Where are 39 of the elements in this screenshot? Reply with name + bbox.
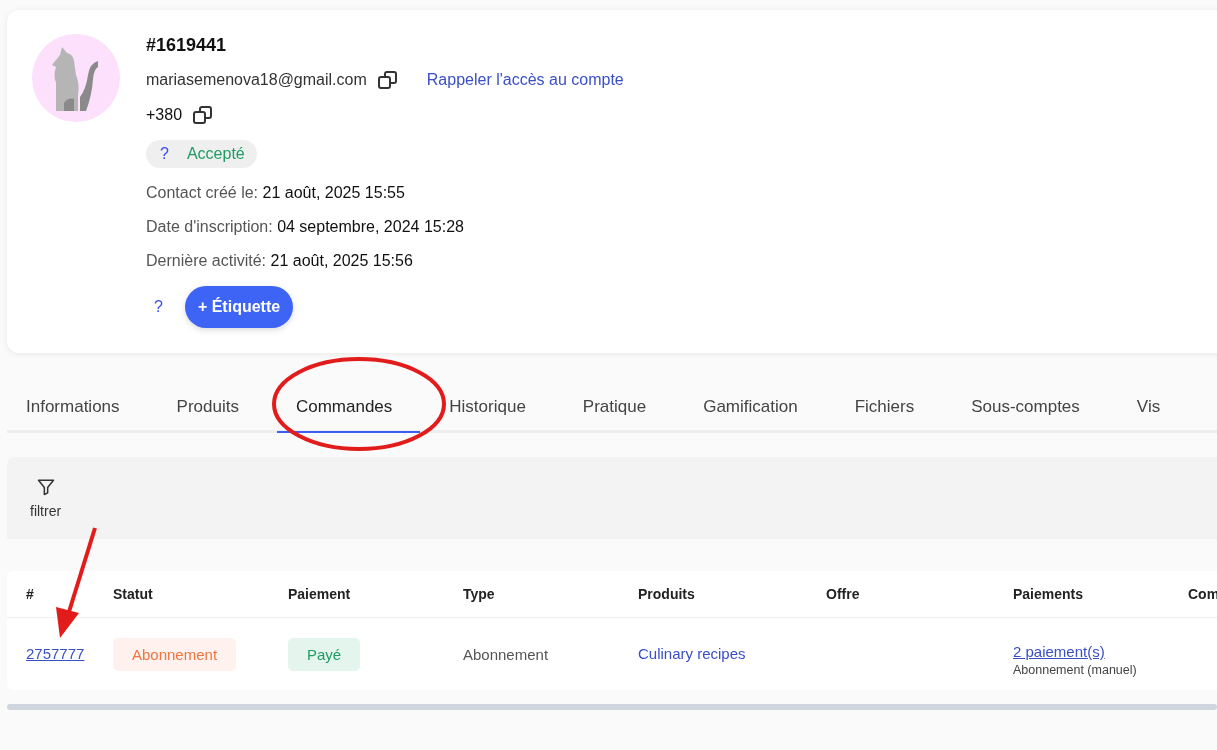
tab[interactable]: Sous-comptes — [952, 383, 1108, 433]
column-header: Paiement — [288, 586, 352, 602]
scrollbar[interactable] — [7, 704, 1217, 710]
contact-id: #1619441 — [146, 35, 227, 56]
copy-icon[interactable] — [192, 104, 215, 126]
tab[interactable]: Informations — [7, 383, 148, 433]
column-header: # — [26, 586, 35, 602]
tab[interactable]: Produits — [157, 383, 267, 433]
add-tag-button[interactable]: + Étiquette — [184, 286, 294, 328]
tab[interactable]: Gamification — [684, 383, 826, 433]
status-label: Accepté — [186, 145, 245, 163]
phone-text: +380 — [146, 106, 183, 124]
tab[interactable]: Commandes — [276, 383, 421, 433]
detail-line: Contact créé le: 21 août, 2025 15:55 — [146, 184, 405, 202]
detail-line: Dernière activité: 21 août, 2025 15:56 — [146, 252, 413, 270]
column-header: Offre — [826, 586, 861, 602]
status-tag: Abonnement — [113, 637, 237, 671]
tab[interactable]: Pratique — [563, 383, 675, 433]
product-link[interactable]: Culinary recipes — [638, 645, 746, 662]
detail-line: Date d'inscription: 04 septembre, 2024 15:28 — [146, 218, 464, 236]
order-number-link[interactable]: 2757777 — [26, 645, 85, 662]
help-mark[interactable]: ? — [160, 145, 169, 163]
column-header: Statut — [113, 586, 154, 602]
reset-access-link[interactable]: Rappeler l'accès au compte — [426, 71, 624, 89]
copy-icon[interactable] — [376, 69, 399, 91]
payments-note: Abonnement (manuel) — [1013, 663, 1137, 677]
column-header: Produits — [638, 586, 696, 602]
payments-link[interactable]: 2 paiement(s) — [1013, 643, 1105, 660]
filter-icon — [35, 477, 56, 497]
payment-tag: Payé — [288, 637, 361, 671]
filter-button[interactable]: filtrer — [30, 477, 62, 519]
email-text: mariasemenova18@gmail.com — [146, 71, 367, 89]
column-header: Paiements — [1013, 586, 1085, 602]
tab[interactable]: Fichiers — [835, 383, 943, 433]
table-cell-text: Abonnement — [463, 645, 550, 663]
help-mark[interactable]: ? — [146, 298, 171, 316]
tab[interactable]: Historique — [430, 383, 554, 433]
column-header: Type — [463, 586, 496, 602]
tab[interactable]: Vis — [1117, 383, 1189, 433]
